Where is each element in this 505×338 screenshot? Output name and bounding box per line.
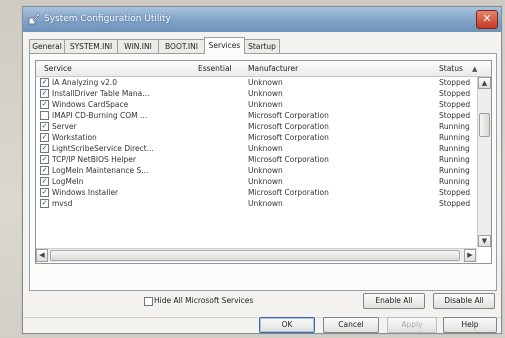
service-name: LogMeIn [52,177,84,186]
service-status: Running [439,166,470,175]
service-manufacturer: Unknown [248,100,283,109]
title-bar[interactable]: System Configuration Utility ✕ [23,7,501,32]
service-checkbox[interactable]: ✓ [40,78,49,87]
window-title: System Configuration Utility [44,14,171,24]
cancel-button[interactable]: Cancel [323,317,379,333]
table-row[interactable]: ✓ mvsd Unknown Stopped [36,198,476,209]
service-name: LogMeIn Maintenance S... [52,166,149,175]
tab-startup[interactable]: Startup [244,39,280,53]
service-manufacturer: Unknown [248,166,283,175]
scroll-left-icon[interactable]: ◀ [36,249,48,262]
column-header-status[interactable]: Status [439,64,463,73]
service-checkbox[interactable]: ✓ [40,155,49,164]
service-checkbox[interactable]: ✓ [40,89,49,98]
scroll-right-icon[interactable]: ▶ [464,249,476,262]
system-config-window: System Configuration Utility ✕ General S… [22,6,502,334]
service-checkbox[interactable]: ✓ [40,133,49,142]
service-status: Stopped [439,78,471,87]
service-status: Running [439,155,470,164]
service-manufacturer: Unknown [248,78,283,87]
horizontal-scrollbar[interactable]: ◀ ▶ [36,248,477,262]
service-manufacturer: Unknown [248,144,283,153]
service-status: Stopped [439,100,471,109]
sort-arrow-icon: ▲ [472,65,478,73]
table-row[interactable]: ✓ LightScribeService Direct... Unknown R… [36,143,476,154]
table-row[interactable]: IMAPI CD-Burning COM ... Microsoft Corpo… [36,110,476,121]
service-checkbox[interactable]: ✓ [40,199,49,208]
horizontal-scroll-thumb[interactable] [50,250,460,261]
table-row[interactable]: ✓ TCP/IP NetBIOS Helper Microsoft Corpor… [36,154,476,165]
service-status: Running [439,133,470,142]
table-row[interactable]: ✓ LogMeIn Maintenance S... Unknown Runni… [36,165,476,176]
service-name: mvsd [52,199,73,208]
table-row[interactable]: ✓ Windows Installer Microsoft Corporatio… [36,187,476,198]
service-checkbox[interactable]: ✓ [40,100,49,109]
tab-general[interactable]: General [29,39,65,53]
service-name: TCP/IP NetBIOS Helper [52,155,136,164]
ok-button[interactable]: OK [259,317,315,333]
service-status: Running [439,177,470,186]
tab-system-ini[interactable]: SYSTEM.INI [64,39,118,53]
service-manufacturer: Microsoft Corporation [248,155,329,164]
apply-button[interactable]: Apply [387,317,437,333]
table-row[interactable]: ✓ LogMeIn Unknown Running [36,176,476,187]
table-row[interactable]: ✓ Workstation Microsoft Corporation Runn… [36,132,476,143]
service-name: Workstation [52,133,97,142]
service-name: IA Analyzing v2.0 [52,78,118,87]
tab-services[interactable]: Services [204,37,245,54]
scroll-up-icon[interactable]: ▲ [478,77,491,89]
service-status: Stopped [439,111,471,120]
service-name: LightScribeService Direct... [52,144,154,153]
help-button[interactable]: Help [443,317,497,333]
column-header-manufacturer[interactable]: Manufacturer [248,64,298,73]
vertical-scrollbar[interactable]: ▲ ▼ [477,77,491,247]
service-status: Stopped [439,89,471,98]
service-checkbox[interactable] [40,111,49,120]
vertical-scroll-thumb[interactable] [479,113,490,137]
service-name: IMAPI CD-Burning COM ... [52,111,148,120]
service-name: Windows CardSpace [52,100,129,109]
list-header: Service Essential Manufacturer Status ▲ [36,61,491,77]
service-name: Server [52,122,77,131]
msconfig-app-icon [28,13,40,25]
service-checkbox[interactable]: ✓ [40,144,49,153]
service-checkbox[interactable]: ✓ [40,177,49,186]
service-manufacturer: Microsoft Corporation [248,111,329,120]
table-row[interactable]: ✓ InstallDriver Table Mana... Unknown St… [36,88,476,99]
service-manufacturer: Microsoft Corporation [248,133,329,142]
tab-win-ini[interactable]: WIN.INI [117,39,159,53]
table-row[interactable]: ✓ IA Analyzing v2.0 Unknown Stopped [36,77,476,88]
enable-all-button[interactable]: Enable All [363,293,425,309]
service-checkbox[interactable]: ✓ [40,166,49,175]
service-status: Stopped [439,188,471,197]
services-listview[interactable]: Service Essential Manufacturer Status ▲ … [35,60,492,264]
hide-ms-services-checkbox[interactable] [144,297,153,306]
service-status: Running [439,144,470,153]
scroll-down-icon[interactable]: ▼ [478,235,491,247]
close-icon[interactable]: ✕ [476,10,498,29]
table-row[interactable]: ✓ Server Microsoft Corporation Running [36,121,476,132]
table-row[interactable]: ✓ Windows CardSpace Unknown Stopped [36,99,476,110]
column-header-essential[interactable]: Essential [198,64,232,73]
services-panel: Service Essential Manufacturer Status ▲ … [29,53,497,291]
service-manufacturer: Unknown [248,177,283,186]
column-header-service[interactable]: Service [44,64,72,73]
service-manufacturer: Unknown [248,199,283,208]
service-name: Windows Installer [52,188,119,197]
service-manufacturer: Microsoft Corporation [248,188,329,197]
service-manufacturer: Microsoft Corporation [248,122,329,131]
service-status: Stopped [439,199,471,208]
tab-boot-ini[interactable]: BOOT.INI [158,39,205,53]
service-manufacturer: Unknown [248,89,283,98]
service-checkbox[interactable]: ✓ [40,188,49,197]
service-status: Running [439,122,470,131]
service-name: InstallDriver Table Mana... [52,89,150,98]
service-checkbox[interactable]: ✓ [40,122,49,131]
hide-ms-services-label[interactable]: Hide All Microsoft Services [154,296,253,305]
disable-all-button[interactable]: Disable All [433,293,495,309]
